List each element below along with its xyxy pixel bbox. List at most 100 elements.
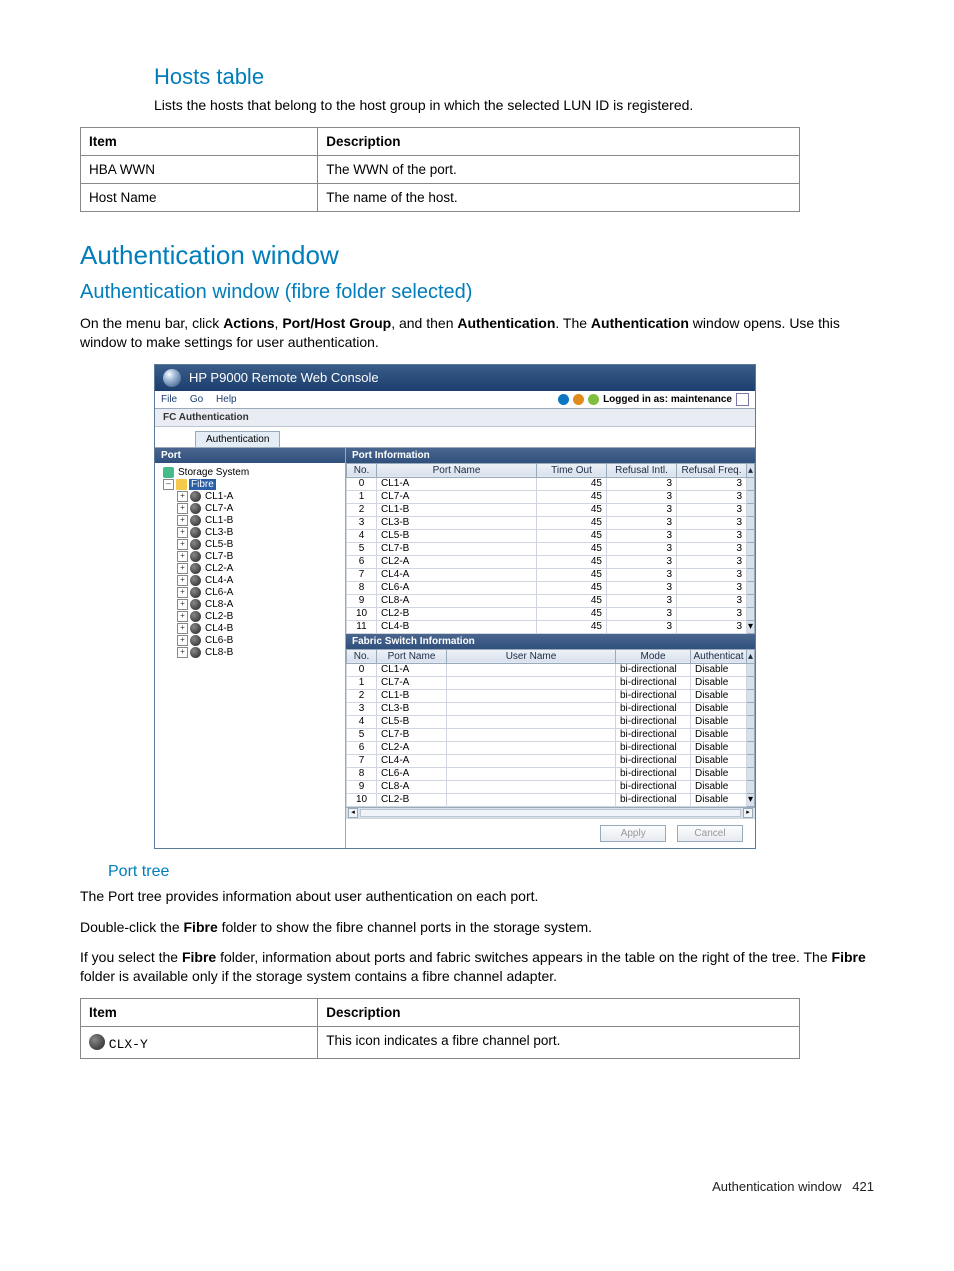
expand-icon[interactable]: + xyxy=(177,539,188,550)
expand-icon[interactable]: + xyxy=(177,551,188,562)
table-row[interactable]: 8CL6-Abi-directionalDisable xyxy=(347,767,755,780)
table-row[interactable]: 1CL7-A4533 xyxy=(347,490,755,503)
table-row[interactable]: 4CL5-B4533 xyxy=(347,529,755,542)
table-row[interactable]: 6CL2-Abi-directionalDisable xyxy=(347,741,755,754)
tree-port-item[interactable]: + CL8-B xyxy=(157,647,343,659)
storage-system-icon xyxy=(163,467,174,478)
corner-icon[interactable] xyxy=(736,393,749,406)
tree-port-item[interactable]: +CL4-B xyxy=(157,623,343,635)
porttree-p1: The Port tree provides information about… xyxy=(80,887,874,906)
status-icon-blue[interactable] xyxy=(558,394,569,405)
expand-icon[interactable]: + xyxy=(177,611,188,622)
port-tree[interactable]: Storage System – Fibre +CL1-A+CL7-A+CL1-… xyxy=(155,463,345,663)
expand-icon[interactable]: + xyxy=(177,647,188,658)
tree-port-item[interactable]: +CL8-A xyxy=(157,599,343,611)
hp-logo-icon xyxy=(163,369,181,387)
folder-icon xyxy=(176,479,187,490)
scroll-down-icon[interactable]: ▾ xyxy=(747,620,755,633)
table-row[interactable]: 9CL8-A4533 xyxy=(347,594,755,607)
table-row[interactable]: 3CL3-B4533 xyxy=(347,516,755,529)
table-row[interactable]: 9CL8-Abi-directionalDisable xyxy=(347,780,755,793)
tree-port-item[interactable]: +CL5-B xyxy=(157,539,343,551)
horizontal-scrollbar[interactable]: ◂ ▸ xyxy=(346,807,755,818)
expand-icon[interactable]: + xyxy=(177,587,188,598)
table-row[interactable]: 7CL4-Abi-directionalDisable xyxy=(347,754,755,767)
scroll-right-icon[interactable]: ▸ xyxy=(743,808,753,818)
col-no[interactable]: No. xyxy=(347,649,377,663)
table-row[interactable]: 10CL2-B4533 xyxy=(347,607,755,620)
table-row[interactable]: 5CL7-B4533 xyxy=(347,542,755,555)
table-row: Host Name The name of the host. xyxy=(81,183,800,211)
table-row[interactable]: 0CL1-Abi-directionalDisable xyxy=(347,663,755,676)
apply-button[interactable]: Apply xyxy=(600,825,666,842)
table-row[interactable]: 2CL1-B4533 xyxy=(347,503,755,516)
col-description: Description xyxy=(318,127,800,155)
col-mode[interactable]: Mode xyxy=(616,649,691,663)
col-refusal-freq[interactable]: Refusal Freq. xyxy=(677,463,747,477)
tree-port-item[interactable]: +CL1-A xyxy=(157,491,343,503)
collapse-icon[interactable]: – xyxy=(163,479,174,490)
tree-fibre-folder[interactable]: Fibre xyxy=(189,479,216,490)
col-no[interactable]: No. xyxy=(347,463,377,477)
table-row[interactable]: 1CL7-Abi-directionalDisable xyxy=(347,676,755,689)
tree-port-item[interactable]: + CL4-A xyxy=(157,575,343,587)
port-icon xyxy=(190,587,201,598)
expand-icon[interactable]: + xyxy=(177,623,188,634)
cancel-button[interactable]: Cancel xyxy=(677,825,743,842)
tree-port-item[interactable]: +CL2-B xyxy=(157,611,343,623)
expand-icon[interactable]: + xyxy=(177,515,188,526)
expand-icon[interactable]: + xyxy=(177,635,188,646)
status-icon-green[interactable] xyxy=(588,394,599,405)
tree-port-item[interactable]: +CL7-B xyxy=(157,551,343,563)
expand-icon[interactable]: + xyxy=(177,599,188,610)
scroll-down-icon[interactable]: ▾ xyxy=(747,793,755,806)
port-icon-label: CLX-Y xyxy=(109,1037,148,1052)
col-refusal-intl[interactable]: Refusal Intl. xyxy=(607,463,677,477)
table-row[interactable]: 3CL3-Bbi-directionalDisable xyxy=(347,702,755,715)
tree-port-item[interactable]: + CL6-A xyxy=(157,587,343,599)
table-row[interactable]: 5CL7-Bbi-directionalDisable xyxy=(347,728,755,741)
table-row[interactable]: 0CL1-A4533 xyxy=(347,477,755,490)
table-row[interactable]: 11CL4-B4533▾ xyxy=(347,620,755,633)
menu-help[interactable]: Help xyxy=(216,394,237,405)
expand-icon[interactable]: + xyxy=(177,563,188,574)
scroll-up-icon[interactable]: ▴ xyxy=(747,463,755,477)
tree-port-label: CL8-B xyxy=(203,647,235,658)
col-item: Item xyxy=(81,127,318,155)
col-portname[interactable]: Port Name xyxy=(377,649,447,663)
expand-icon[interactable]: + xyxy=(177,575,188,586)
scroll-up-icon[interactable]: ▴ xyxy=(747,649,755,663)
table-row[interactable]: 10CL2-Bbi-directionalDisable▾ xyxy=(347,793,755,806)
table-row[interactable]: 7CL4-A4533 xyxy=(347,568,755,581)
tree-port-item[interactable]: +CL6-B xyxy=(157,635,343,647)
menu-file[interactable]: File xyxy=(161,394,177,405)
tree-port-label: CL4-A xyxy=(203,575,235,586)
tree-port-label: CL6-A xyxy=(203,587,235,598)
hosts-table: Item Description HBA WWN The WWN of the … xyxy=(80,127,800,212)
table-row[interactable]: 8CL6-A4533 xyxy=(347,581,755,594)
status-icon-orange[interactable] xyxy=(573,394,584,405)
col-username[interactable]: User Name xyxy=(447,649,616,663)
tab-authentication[interactable]: Authentication xyxy=(195,431,280,447)
port-icon xyxy=(190,623,201,634)
expand-icon[interactable]: + xyxy=(177,527,188,538)
menu-go[interactable]: Go xyxy=(190,394,203,405)
port-icon xyxy=(190,551,201,562)
tree-port-item[interactable]: +CL2-A xyxy=(157,563,343,575)
fabric-info-table: No. Port Name User Name Mode Authenticat… xyxy=(346,649,755,807)
col-auth[interactable]: Authenticat xyxy=(691,649,747,663)
col-portname[interactable]: Port Name xyxy=(377,463,537,477)
tree-port-item[interactable]: +CL7-A xyxy=(157,503,343,515)
port-tree-heading: Port tree xyxy=(108,863,874,881)
expand-icon[interactable]: + xyxy=(177,491,188,502)
tree-port-item[interactable]: +CL1-B xyxy=(157,515,343,527)
col-timeout[interactable]: Time Out xyxy=(537,463,607,477)
table-row[interactable]: 6CL2-A4533 xyxy=(347,555,755,568)
tree-port-item[interactable]: +CL3-B xyxy=(157,527,343,539)
table-row[interactable]: 2CL1-Bbi-directionalDisable xyxy=(347,689,755,702)
table-row[interactable]: 4CL5-Bbi-directionalDisable xyxy=(347,715,755,728)
scroll-left-icon[interactable]: ◂ xyxy=(348,808,358,818)
porttree-p2: Double-click the Fibre folder to show th… xyxy=(80,918,874,937)
tree-root[interactable]: Storage System xyxy=(176,467,251,478)
expand-icon[interactable]: + xyxy=(177,503,188,514)
